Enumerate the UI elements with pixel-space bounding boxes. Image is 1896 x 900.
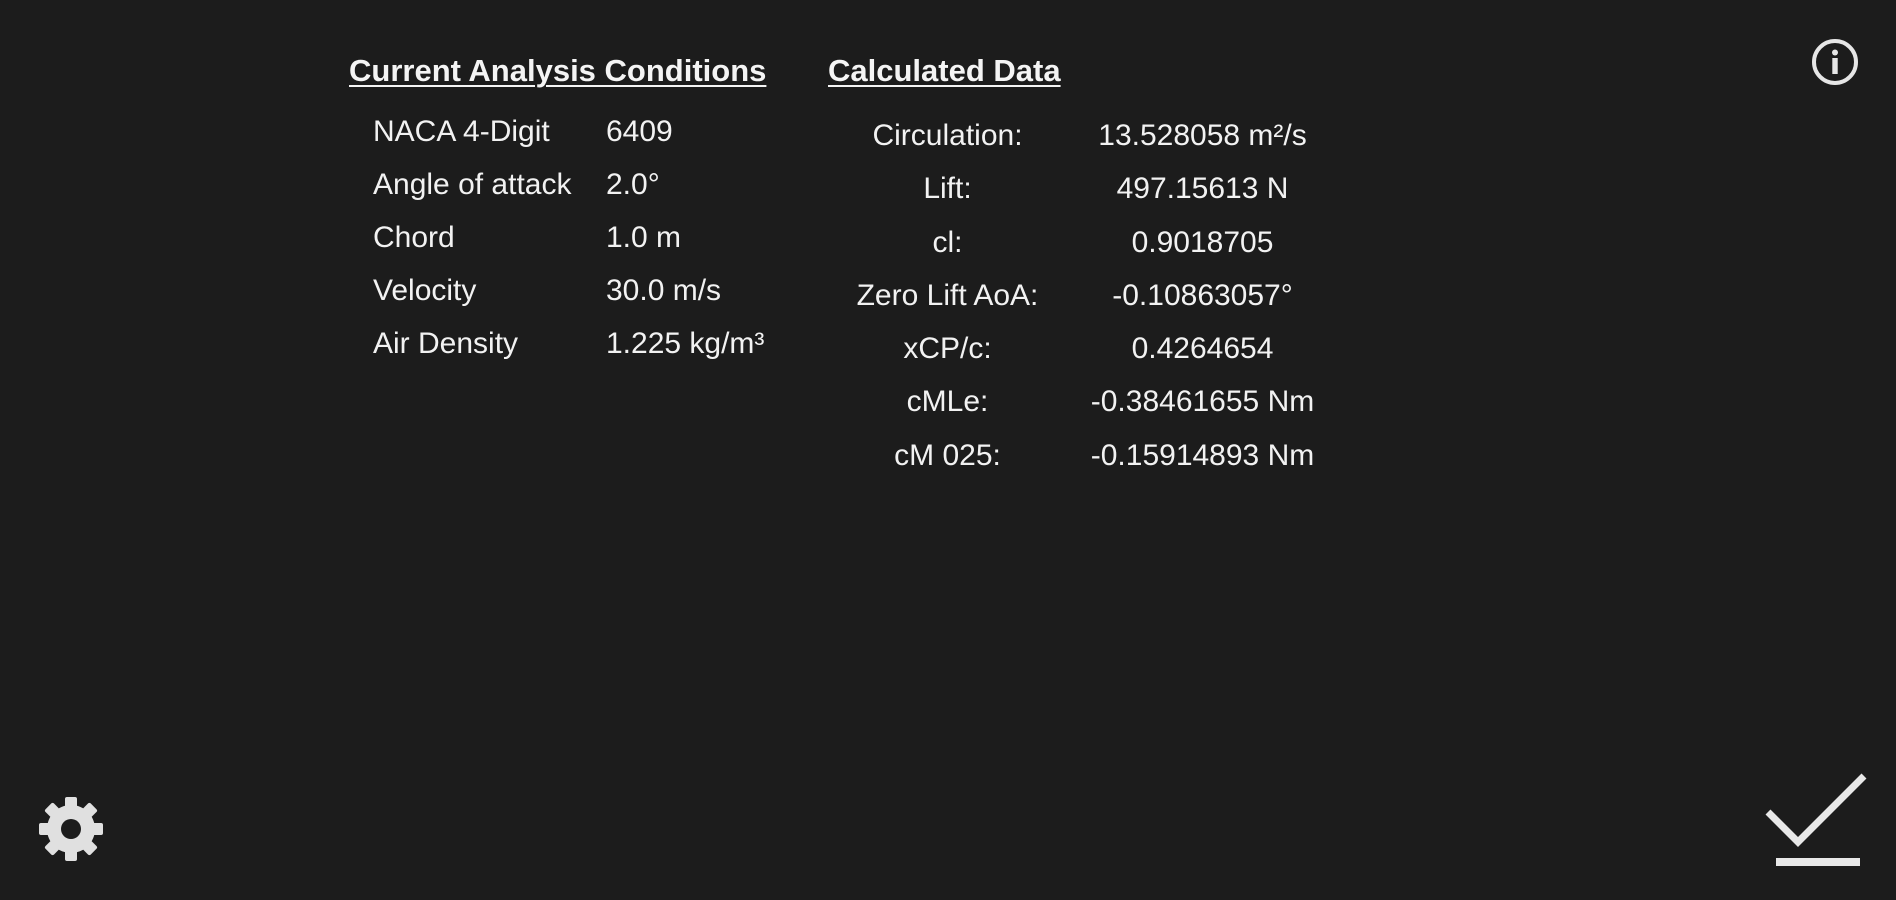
info-icon <box>1812 39 1858 85</box>
analysis-results-screen: Current Analysis Conditions Calculated D… <box>0 0 1896 900</box>
settings-button[interactable] <box>34 792 108 866</box>
conditions-title: Current Analysis Conditions <box>349 53 767 88</box>
calc-label: cM 025: <box>894 438 1001 472</box>
calc-label: xCP/c: <box>903 332 992 366</box>
confirm-button[interactable] <box>1764 768 1868 874</box>
calculated-data-title: Calculated Data <box>828 53 1061 88</box>
condition-label: Angle of attack <box>373 168 572 201</box>
calc-value: 497.15613 N <box>1116 172 1289 206</box>
condition-label: Velocity <box>373 274 477 307</box>
calc-label: Zero Lift AoA: <box>856 278 1039 312</box>
calc-label: Circulation: <box>872 119 1023 152</box>
gear-icon <box>39 797 103 861</box>
calc-value: 0.9018705 <box>1131 225 1274 259</box>
condition-value: 1.0 m <box>606 221 682 254</box>
condition-label: NACA 4-Digit <box>373 115 550 148</box>
condition-value: 2.0° <box>606 168 660 201</box>
calc-value: 0.4264654 <box>1131 332 1274 366</box>
calc-label: Lift: <box>923 172 972 206</box>
info-button[interactable] <box>1810 37 1860 87</box>
condition-label: Chord <box>373 221 455 254</box>
check-icon <box>1765 773 1867 866</box>
condition-label: Air Density <box>373 327 519 360</box>
condition-value: 6409 <box>606 115 673 148</box>
calc-value: -0.38461655 Nm <box>1090 385 1315 419</box>
calc-label: cl: <box>932 225 963 259</box>
condition-value: 30.0 m/s <box>606 274 722 307</box>
calc-value: 13.528058 m²/s <box>1098 119 1307 152</box>
calc-value: -0.10863057° <box>1112 278 1293 312</box>
calc-label: cMLe: <box>906 385 989 419</box>
calc-value: -0.15914893 Nm <box>1090 438 1315 472</box>
condition-value: 1.225 kg/m³ <box>606 327 765 360</box>
